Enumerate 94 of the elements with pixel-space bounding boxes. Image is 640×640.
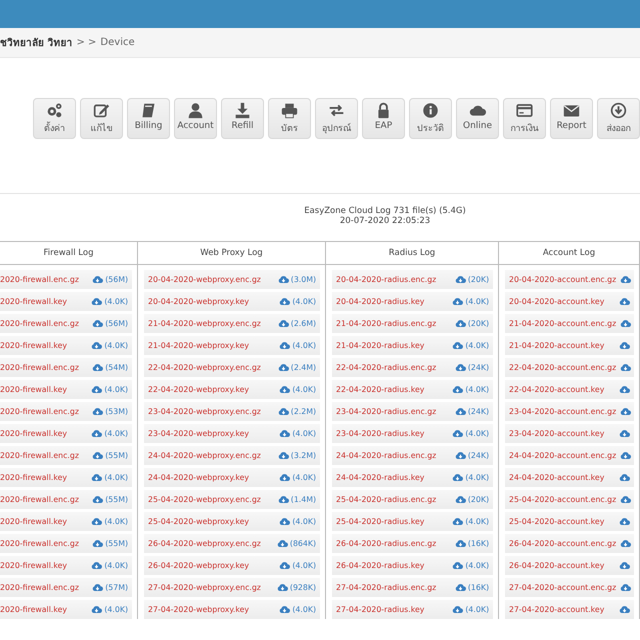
toolbar-button[interactable]: Refill [221, 98, 264, 139]
cloud-download-icon[interactable] [454, 363, 466, 372]
toolbar-button[interactable]: Billing [127, 98, 170, 139]
toolbar-button[interactable]: Online [456, 98, 499, 139]
info-icon [422, 102, 439, 119]
cloud-download-icon[interactable] [92, 275, 104, 284]
download-icon [234, 102, 251, 119]
cloud-download-icon[interactable] [452, 517, 464, 526]
cloud-download-icon[interactable] [619, 385, 630, 394]
column-header: Radius Log [326, 242, 498, 265]
toolbar-button[interactable]: บัตร [268, 98, 311, 139]
cloud-download-icon[interactable] [278, 451, 289, 460]
breadcrumb-link[interactable]: ชวิทยาลัย วิทยา [0, 35, 72, 50]
cloud-download-icon[interactable] [452, 341, 464, 350]
cloud-download-icon[interactable] [452, 385, 464, 394]
column-header: Web Proxy Log [138, 242, 325, 265]
column-header: Account Log [499, 242, 639, 265]
toolbar-button[interactable]: Account [174, 98, 217, 139]
cloud-download-icon[interactable] [619, 473, 630, 482]
toolbar-button[interactable]: ประวัติ [409, 98, 452, 139]
cloud-download-icon[interactable] [278, 363, 289, 372]
cloud-download-icon[interactable] [91, 605, 102, 614]
cloud-download-icon[interactable] [620, 583, 632, 592]
cloud-download-icon[interactable] [452, 429, 464, 438]
cloud-download-icon[interactable] [454, 495, 466, 504]
cloud-download-icon[interactable] [278, 407, 289, 416]
cloud-download-icon[interactable] [619, 429, 630, 438]
cloud-download-icon[interactable] [619, 297, 630, 306]
cloud-download-icon[interactable] [278, 495, 289, 504]
cloud-download-icon[interactable] [92, 451, 104, 460]
toolbar-button[interactable]: อุปกรณ์ [315, 98, 358, 139]
user-icon [187, 102, 204, 119]
toolbar-button[interactable]: แก้ไข [80, 98, 123, 139]
toolbar-button[interactable]: EAP [362, 98, 405, 139]
toolbar-button[interactable]: การเงิน [503, 98, 546, 139]
cloud-download-icon[interactable] [619, 605, 630, 614]
cloud-download-icon[interactable] [276, 583, 288, 592]
cloud-download-icon[interactable] [279, 473, 290, 482]
cloud-download-icon[interactable] [452, 561, 464, 570]
printer-icon [281, 102, 298, 119]
cloud-download-icon[interactable] [620, 319, 632, 328]
cloud-download-icon[interactable] [619, 341, 630, 350]
cloud-download-icon[interactable] [91, 561, 102, 570]
cloud-download-icon[interactable] [92, 319, 104, 328]
cloud-download-icon[interactable] [279, 517, 290, 526]
cloud-download-icon[interactable] [92, 363, 104, 372]
cloud-download-icon[interactable] [620, 539, 632, 548]
toolbar-button[interactable]: Report [550, 98, 593, 139]
cloud-download-icon[interactable] [276, 539, 288, 548]
cloud-download-icon[interactable] [620, 407, 632, 416]
toolbar-button[interactable]: ตั้งค่า [33, 98, 76, 139]
edit-icon [93, 102, 110, 119]
cloud-download-icon[interactable] [452, 605, 464, 614]
cloud-download-icon[interactable] [278, 319, 289, 328]
cloud-download-icon[interactable] [620, 451, 632, 460]
cloud-download-icon[interactable] [91, 341, 102, 350]
cloud-download-icon[interactable] [454, 539, 466, 548]
cloud-download-icon[interactable] [91, 429, 102, 438]
cloud-download-icon[interactable] [279, 385, 290, 394]
cloud-download-icon[interactable] [452, 297, 464, 306]
cloud-download-icon[interactable] [91, 297, 102, 306]
cloud-download-icon[interactable] [279, 561, 290, 570]
cloud-download-icon[interactable] [279, 605, 290, 614]
cloud-download-icon[interactable] [620, 275, 632, 284]
cloud-download-icon[interactable] [454, 583, 466, 592]
cloud-download-icon[interactable] [454, 451, 466, 460]
cloud-download-icon[interactable] [278, 275, 289, 284]
cloud-download-icon[interactable] [454, 407, 466, 416]
cloud-download-icon[interactable] [279, 341, 290, 350]
cloud-download-icon[interactable] [91, 385, 102, 394]
cloud-download-icon[interactable] [279, 429, 290, 438]
exchange-icon [328, 102, 345, 119]
breadcrumb-current: Device [100, 37, 135, 48]
column-header: Firewall Log [0, 242, 137, 265]
cloud-download-icon[interactable] [454, 275, 466, 284]
cloud-download-icon[interactable] [454, 319, 466, 328]
cloud-download-icon[interactable] [452, 473, 464, 482]
cloud-download-icon[interactable] [92, 539, 104, 548]
cloud-download-icon[interactable] [620, 363, 632, 372]
breadcrumb-separator: > > [76, 37, 96, 48]
cloud-download-icon[interactable] [619, 517, 630, 526]
toolbar-button[interactable]: ส่งออก [597, 98, 640, 139]
log-summary-title: EasyZone Cloud Log 731 file(s) (5.4G) [303, 206, 467, 216]
log-timestamp: 20-07-2020 22:05:23 [338, 216, 432, 226]
cloud-download-icon[interactable] [279, 297, 290, 306]
download-circle-icon [610, 102, 627, 119]
credit-card-icon [516, 102, 533, 119]
cloud-download-icon[interactable] [619, 561, 630, 570]
cloud-download-icon[interactable] [92, 495, 104, 504]
cloud-download-icon[interactable] [92, 407, 104, 416]
cloud-download-icon[interactable] [92, 583, 104, 592]
cloud-download-icon[interactable] [91, 517, 102, 526]
cloud-download-icon[interactable] [91, 473, 102, 482]
cloud-download-icon[interactable] [620, 495, 632, 504]
